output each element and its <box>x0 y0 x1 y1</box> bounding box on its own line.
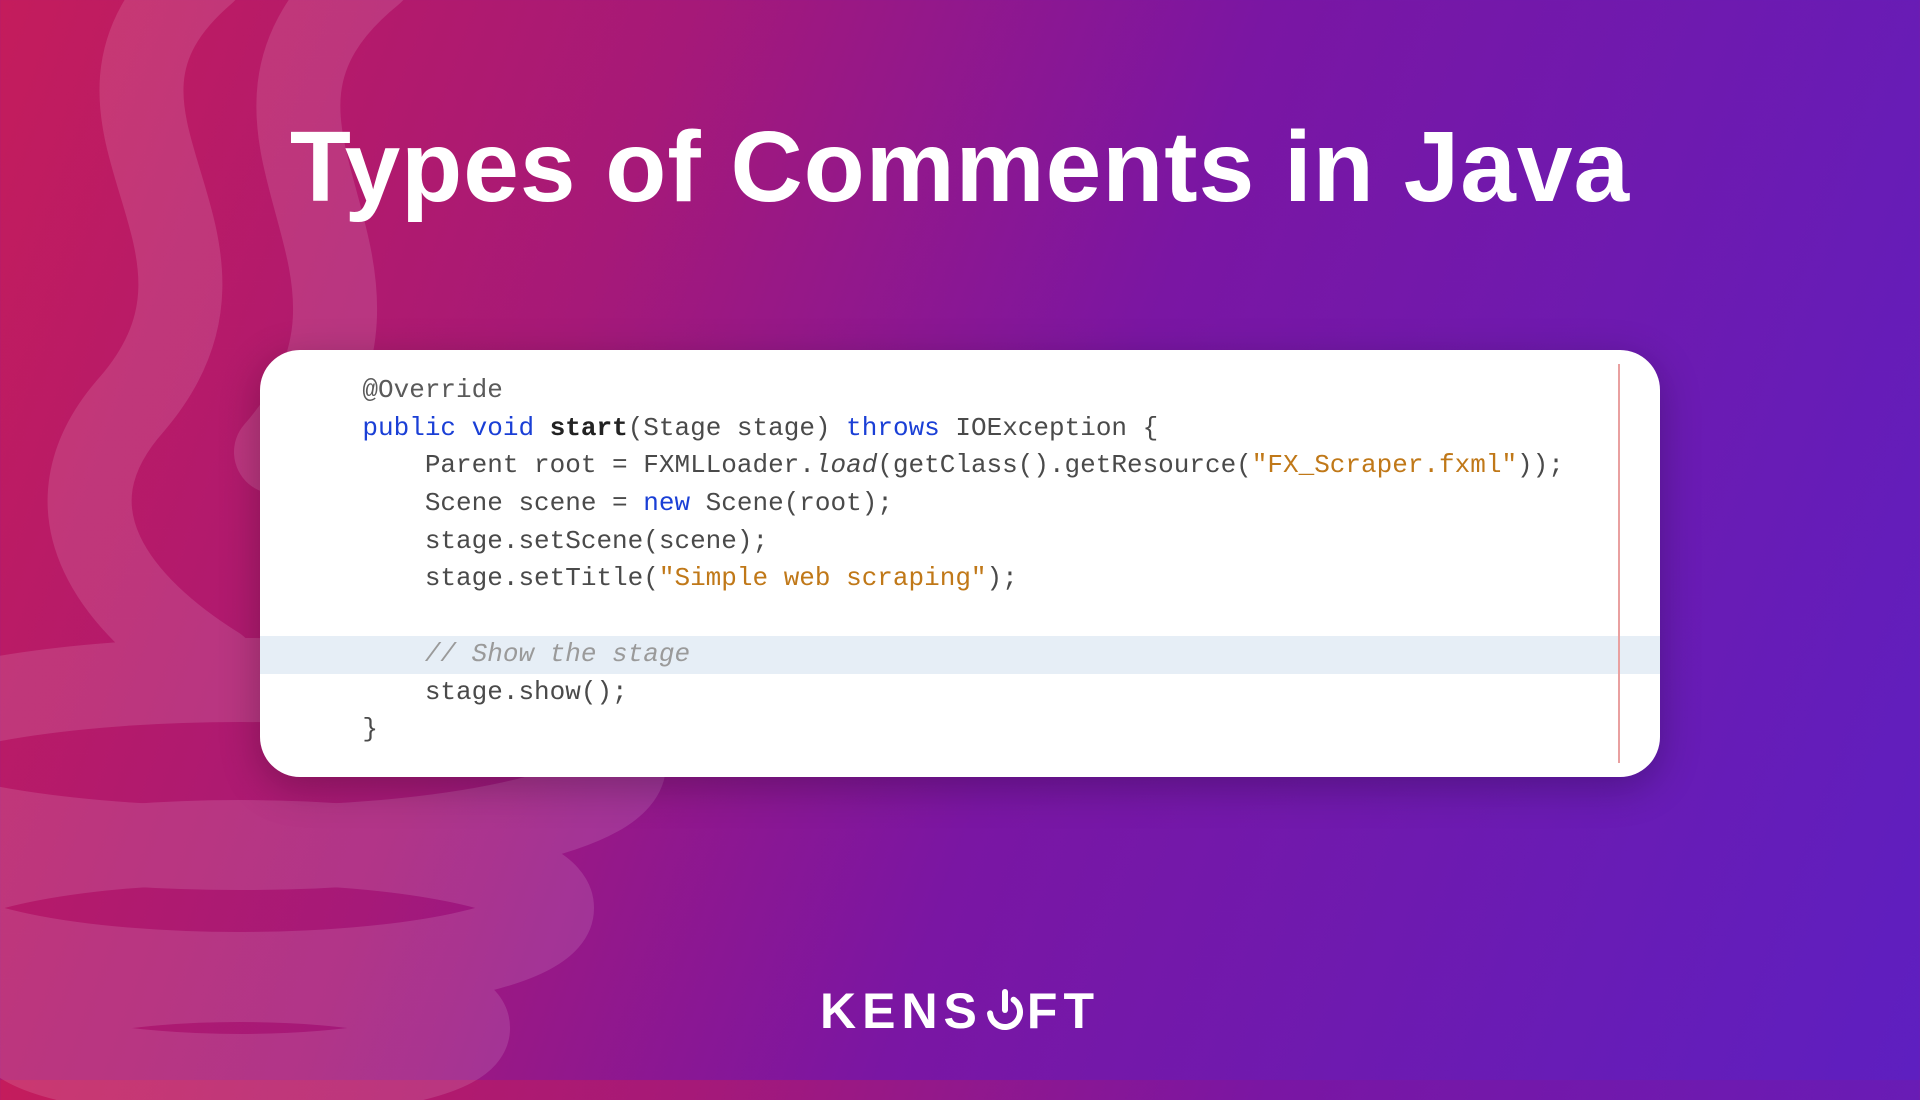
annotation-override: @Override <box>362 375 502 405</box>
brand-logo: KENSFT <box>0 982 1920 1040</box>
page-title: Types of Comments in Java <box>0 110 1920 225</box>
code-snippet-card: @Override public void start(Stage stage)… <box>260 350 1660 777</box>
highlighted-comment-line: // Show the stage <box>260 636 1660 674</box>
power-icon <box>983 986 1027 1044</box>
code-block: @Override public void start(Stage stage)… <box>300 372 1620 749</box>
